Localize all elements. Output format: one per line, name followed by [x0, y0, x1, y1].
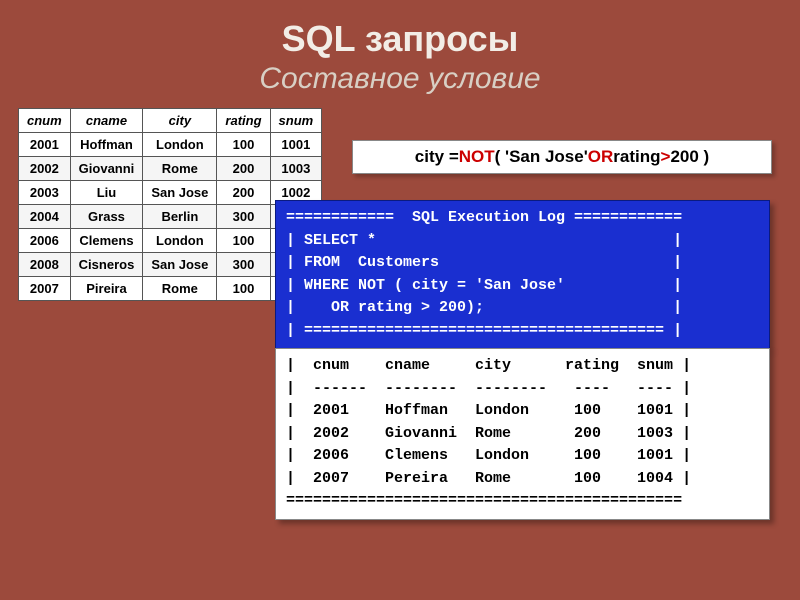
col-cnum: cnum: [19, 109, 71, 133]
sql-query-panel: ============ SQL Execution Log =========…: [275, 200, 770, 349]
table-cell: 2001: [19, 133, 71, 157]
table-row: 2002GiovanniRome2001003: [19, 157, 322, 181]
table-cell: 1003: [270, 157, 322, 181]
table-cell: 200: [217, 157, 270, 181]
table-cell: 2002: [19, 157, 71, 181]
content-area: cnum cname city rating snum 2001HoffmanL…: [0, 108, 800, 558]
table-cell: San Jose: [143, 181, 217, 205]
table-cell: Giovanni: [70, 157, 143, 181]
table-cell: Grass: [70, 205, 143, 229]
table-cell: San Jose: [143, 253, 217, 277]
table-cell: Hoffman: [70, 133, 143, 157]
col-rating: rating: [217, 109, 270, 133]
table-cell: Rome: [143, 277, 217, 301]
table-cell: Berlin: [143, 205, 217, 229]
keyword-not: NOT: [459, 147, 495, 167]
table-cell: London: [143, 229, 217, 253]
table-cell: 2003: [19, 181, 71, 205]
col-snum: snum: [270, 109, 322, 133]
table-cell: 200: [217, 181, 270, 205]
expression-box: city = NOT ( 'San Jose' OR rating > 200 …: [352, 140, 772, 174]
sql-result-panel: | cnum cname city rating snum | | ------…: [275, 348, 770, 520]
table-cell: Pireira: [70, 277, 143, 301]
table-cell: Cisneros: [70, 253, 143, 277]
expr-text: ( 'San Jose': [495, 147, 588, 167]
table-cell: 300: [217, 205, 270, 229]
table-cell: 1001: [270, 133, 322, 157]
col-city: city: [143, 109, 217, 133]
expr-text: 200 ): [670, 147, 709, 167]
table-cell: 2006: [19, 229, 71, 253]
title-main: SQL запросы: [0, 18, 800, 60]
table-cell: London: [143, 133, 217, 157]
table-cell: 100: [217, 229, 270, 253]
operator-gt: >: [661, 147, 671, 167]
table-cell: Clemens: [70, 229, 143, 253]
table-cell: 100: [217, 133, 270, 157]
table-cell: 300: [217, 253, 270, 277]
col-cname: cname: [70, 109, 143, 133]
expr-text: rating: [613, 147, 660, 167]
table-cell: Liu: [70, 181, 143, 205]
table-header-row: cnum cname city rating snum: [19, 109, 322, 133]
table-cell: 2004: [19, 205, 71, 229]
table-cell: 2008: [19, 253, 71, 277]
table-cell: Rome: [143, 157, 217, 181]
execution-log: ============ SQL Execution Log =========…: [275, 200, 770, 520]
keyword-or: OR: [588, 147, 614, 167]
title-sub: Составное условие: [0, 62, 800, 96]
table-cell: 2007: [19, 277, 71, 301]
table-row: 2001HoffmanLondon1001001: [19, 133, 322, 157]
expr-text: city =: [415, 147, 459, 167]
slide-title-block: SQL запросы Составное условие: [0, 0, 800, 108]
table-cell: 100: [217, 277, 270, 301]
